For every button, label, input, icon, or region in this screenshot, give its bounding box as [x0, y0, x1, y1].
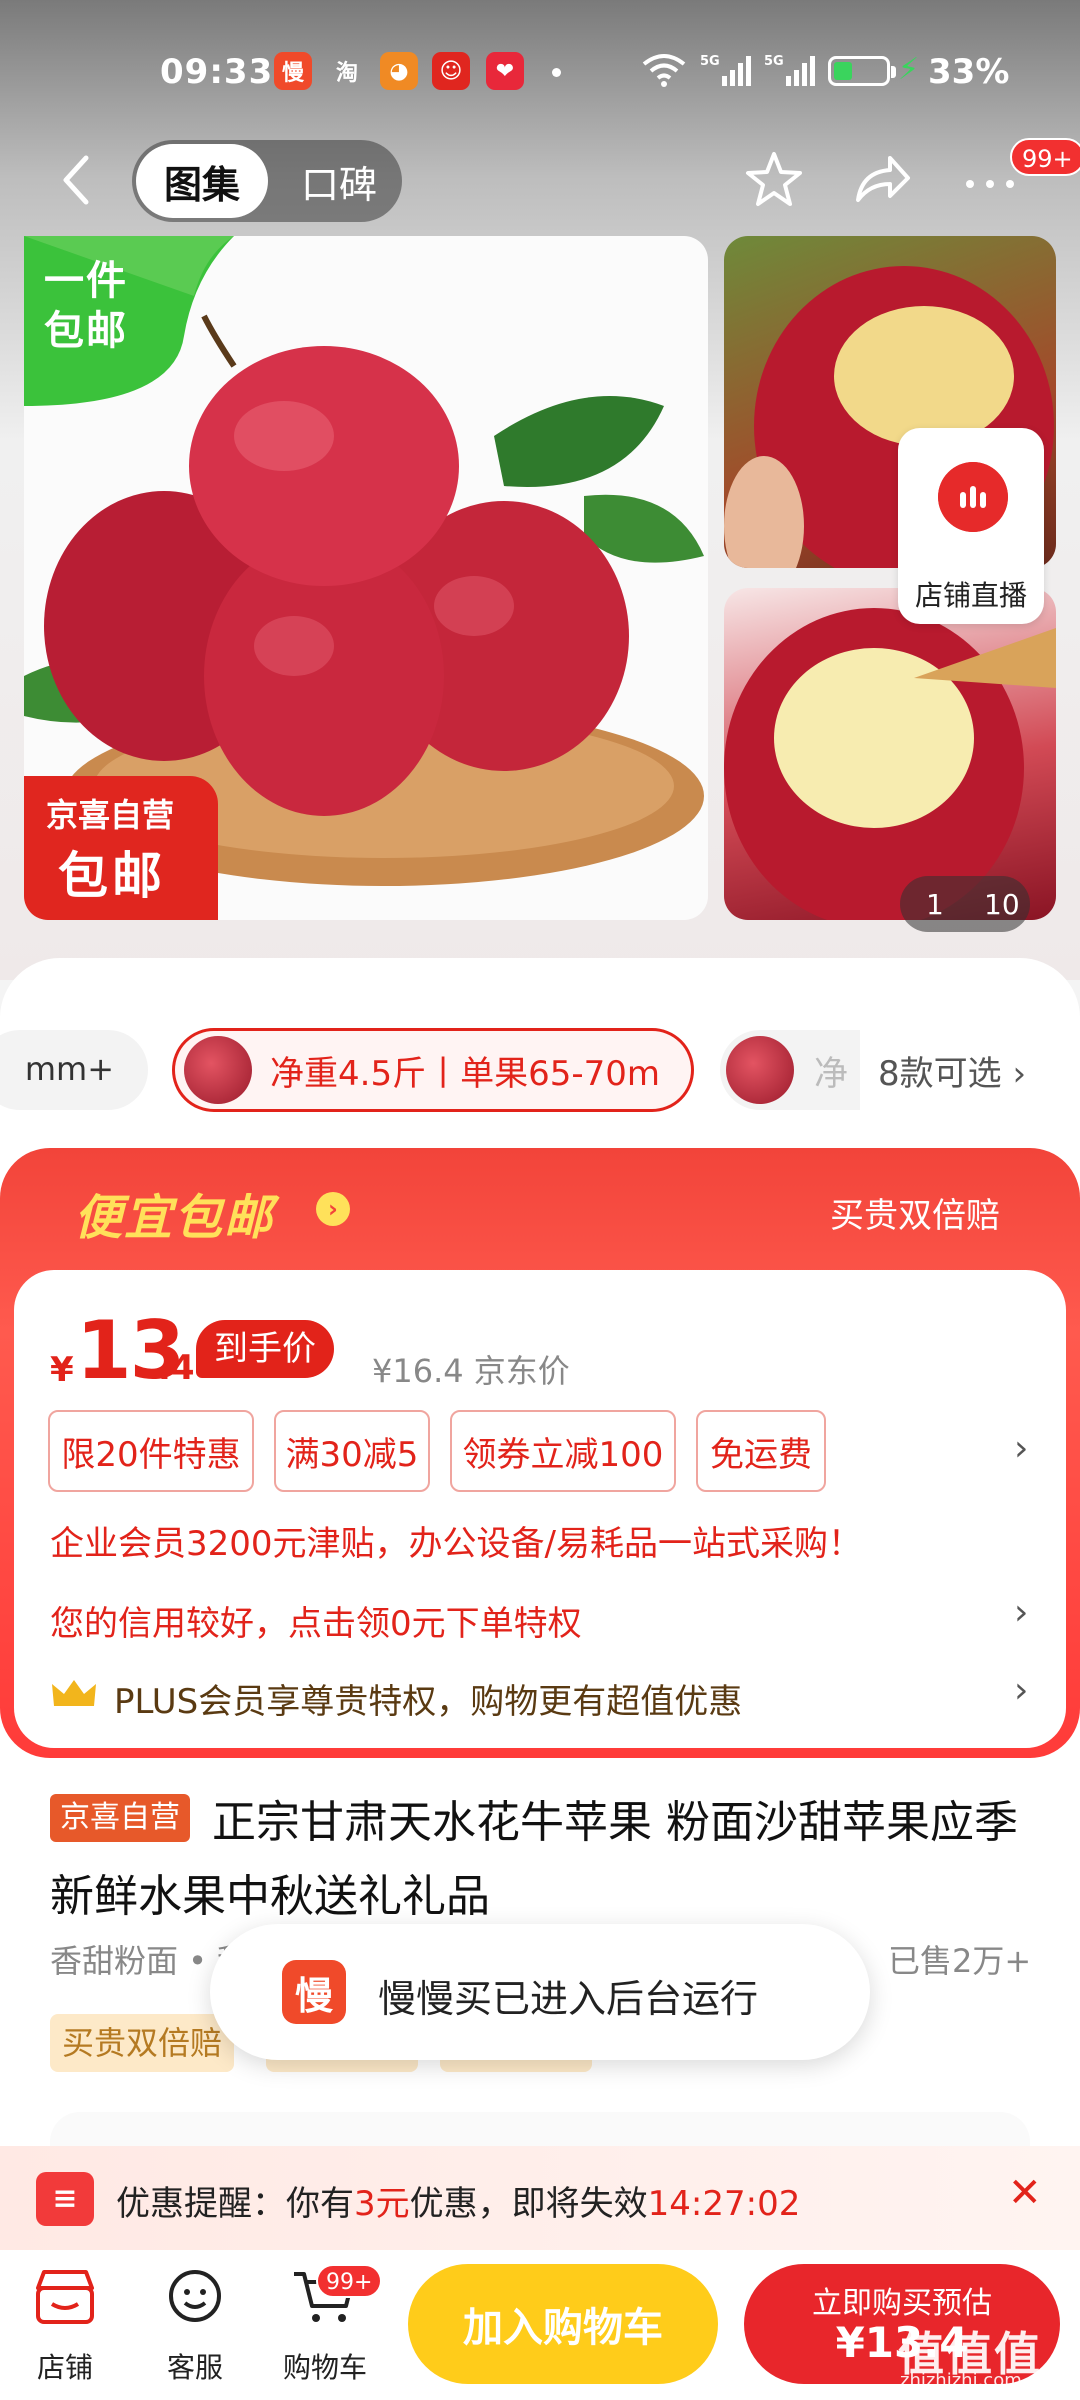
reminder-prefix: 优惠提醒：你有 — [116, 2184, 354, 2224]
live-label: 店铺直播 — [914, 579, 1027, 612]
chevron-right-icon[interactable]: › — [1014, 1670, 1028, 1711]
scooped-apple-illustration — [724, 608, 1056, 920]
heart-app-icon: ❤ — [486, 52, 524, 90]
spec-option-prev[interactable]: mm+ — [0, 1030, 148, 1110]
buy-now-label: 立即购买预估 — [812, 2286, 992, 2321]
shop-icon[interactable] — [30, 2266, 100, 2328]
svg-text:5G: 5G — [700, 54, 720, 69]
spec-more-options[interactable]: 8款可选 › — [874, 1046, 1027, 1095]
customer-service-icon[interactable] — [160, 2266, 230, 2328]
live-broadcast-icon — [938, 462, 1008, 532]
cart-label[interactable]: 购物车 — [265, 2346, 385, 2386]
jx-badge-line1: 京喜自营 — [46, 796, 175, 834]
price-currency: ¥ — [50, 1350, 74, 1390]
svg-text:5G: 5G — [764, 54, 784, 69]
coupon-chip[interactable]: 免运费 — [696, 1410, 826, 1492]
spec-selected-label: 净重4.5斤丨单果65-70m — [270, 1054, 660, 1094]
final-price-tag: 到手价 — [196, 1320, 334, 1378]
spec-thumb-icon-2 — [726, 1036, 794, 1104]
reminder-amount: 3元 — [354, 2184, 410, 2224]
jx-badge-line2: 包邮 — [58, 847, 166, 905]
chevron-right-icon[interactable]: › — [1014, 1428, 1028, 1469]
reminder-text: 优惠提醒：你有3元优惠，即将失效14:27:02 — [116, 2176, 800, 2225]
spec-thumb-icon — [184, 1036, 252, 1104]
sold-count: 已售2万+ — [888, 1942, 1032, 1980]
credit-promo-line[interactable]: 您的信用较好，点击领0元下单特权 — [50, 1596, 582, 1645]
spec-prev-label: mm+ — [24, 1050, 114, 1088]
close-icon[interactable]: ✕ — [1008, 2170, 1042, 2216]
pager-current: 1 — [926, 888, 944, 921]
mascot-app-icon: ☺ — [432, 52, 470, 90]
back-icon[interactable] — [56, 150, 96, 210]
charging-icon: ⚡ — [898, 52, 920, 87]
wifi-icon — [642, 54, 686, 87]
reminder-icon: ≡ — [36, 2172, 94, 2226]
shop-label[interactable]: 店铺 — [5, 2346, 125, 2386]
promo-arrow-icon[interactable]: › — [316, 1192, 350, 1226]
toast-message: 慢慢买已进入后台运行 — [378, 1977, 759, 2021]
free-shipping-label: 一件 包邮 — [44, 258, 128, 354]
favorite-star-icon[interactable] — [742, 148, 806, 212]
share-icon[interactable] — [850, 148, 914, 212]
spec-next-label: 净 — [814, 1054, 848, 1094]
jd-price: ¥16.4 京东价 — [372, 1352, 570, 1390]
battery-icon — [828, 56, 896, 86]
service-tag: 买贵双倍赔 — [50, 2014, 235, 2072]
cart-badge: 99+ — [316, 2264, 383, 2298]
enterprise-promo-line[interactable]: 企业会员3200元津贴，办公设备/易耗品一站式采购！ — [50, 1516, 862, 1565]
reminder-countdown: 14:27:02 — [647, 2184, 801, 2224]
status-bar: 09:33 慢 淘 ◕ ☺ ❤ 5G 5G ⚡ 33% — [0, 0, 1080, 140]
product-title: 正宗甘肃天水花牛苹果 粉面沙甜苹果应季新鲜水果中秋送礼礼品 — [50, 1797, 1018, 1922]
battery-percent: 33% — [928, 52, 1010, 92]
service-label[interactable]: 客服 — [135, 2346, 255, 2386]
pager-total: 10 — [984, 888, 1020, 921]
image-pager: 1 10 — [900, 876, 1030, 932]
add-to-cart-button[interactable]: 加入购物车 — [408, 2264, 718, 2384]
signal-5g-icon: 5G — [700, 54, 751, 86]
promo-title[interactable]: 便宜包邮 — [74, 1178, 274, 1248]
plus-member-line[interactable]: PLUS会员享尊贵特权，购物更有超值优惠 — [114, 1674, 742, 1723]
signal-5g-icon-2: 5G — [764, 54, 815, 86]
taobao-app-icon: 淘 — [335, 61, 358, 86]
crown-icon — [52, 1680, 96, 1706]
site-watermark-url: zhizhizhi.com — [900, 2370, 1022, 2391]
notification-dot-icon — [552, 68, 561, 77]
orange-app-icon: ◕ — [380, 52, 418, 90]
coupon-chip[interactable]: 满30减5 — [274, 1410, 430, 1492]
chevron-right-icon[interactable]: › — [1014, 1592, 1028, 1633]
double-refund-label[interactable]: 买贵双倍赔 — [830, 1188, 1000, 1237]
tab-reviews[interactable]: 口碑 — [284, 144, 394, 218]
price-decimal: .4 — [158, 1348, 195, 1388]
jx-selfrun-tag: 京喜自营 — [50, 1794, 190, 1842]
thumbnail-image-scooped-apple[interactable] — [724, 588, 1056, 920]
coupon-chip[interactable]: 领券立减100 — [450, 1410, 676, 1492]
jx-selfrun-badge: 京喜自营 包邮 — [24, 776, 218, 920]
status-time: 09:33 — [160, 52, 274, 92]
more-badge: 99+ — [1010, 138, 1080, 176]
reminder-middle: 优惠，即将失效 — [409, 2184, 648, 2224]
manman-app-icon: 慢 — [274, 52, 312, 90]
coupon-chip[interactable]: 限20件特惠 — [48, 1410, 254, 1492]
manman-app-icon: 慢 — [282, 1960, 346, 2024]
tab-gallery[interactable]: 图集 — [136, 144, 268, 218]
